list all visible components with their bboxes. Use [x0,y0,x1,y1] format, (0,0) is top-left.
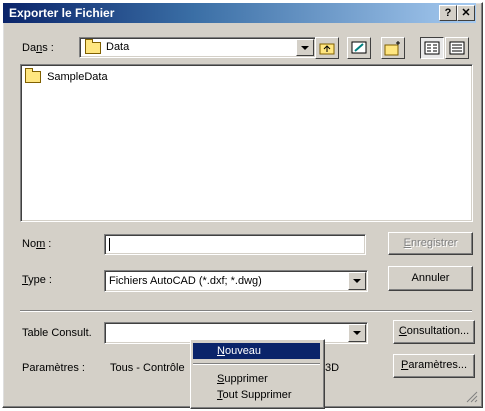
folder-icon [85,39,101,55]
cancel-button[interactable]: Annuler [388,266,473,291]
context-menu: Nouveau Supprimer Tout Supprimer [190,339,325,409]
table-consult-label: Table Consult. [22,327,92,339]
chevron-down-icon[interactable] [296,39,314,56]
lookin-label: Dans : [22,42,54,54]
new-folder-button[interactable] [381,37,405,59]
menu-item-new[interactable]: Nouveau [193,343,320,359]
folder-icon [25,68,41,84]
file-name: SampleData [47,71,108,83]
lookin-value: Data [106,41,130,53]
filename-input[interactable] [104,234,366,255]
name-label: Nom : [22,238,52,250]
menu-item-delete-all[interactable]: Tout Supprimer [193,387,320,403]
list-item[interactable]: SampleData [25,68,108,84]
menu-separator [193,363,320,365]
window-title: Exporter le Fichier [9,6,115,20]
save-button[interactable]: Enregistrer [388,232,473,255]
type-dropdown[interactable]: Fichiers AutoCAD (*.dxf; *.dwg) [104,270,368,292]
type-value: Fichiers AutoCAD (*.dxf; *.dwg) [109,275,262,287]
file-list[interactable]: SampleData [20,64,473,222]
up-folder-icon [319,43,335,55]
list-view-button[interactable] [420,37,444,59]
params-value-tail: 3D [325,362,340,374]
text-cursor [109,238,110,251]
chevron-down-icon[interactable] [348,324,366,342]
list-view-icon [424,41,440,55]
menu-item-delete[interactable]: Supprimer [193,371,320,387]
chevron-down-icon[interactable] [348,272,366,290]
up-folder-button[interactable] [315,37,339,59]
params-label: Paramètres : [22,362,85,374]
desktop-button[interactable] [347,37,371,59]
new-folder-icon [384,41,400,56]
help-button[interactable]: ? [439,5,457,21]
lookin-dropdown[interactable]: Data [79,37,316,58]
title-bar[interactable]: Exporter le Fichier ? ✕ [3,3,476,23]
details-view-icon [449,41,465,55]
consultation-button[interactable]: Consultation... [393,320,475,344]
type-label: Type : [22,274,52,286]
close-button[interactable]: ✕ [457,5,475,21]
details-view-button[interactable] [445,37,469,59]
size-grip-icon[interactable] [466,391,478,403]
parameters-button[interactable]: Paramètres... [393,354,475,378]
params-value: Tous - Contrôle [110,362,185,374]
desktop-icon [351,41,367,54]
separator [20,310,472,312]
